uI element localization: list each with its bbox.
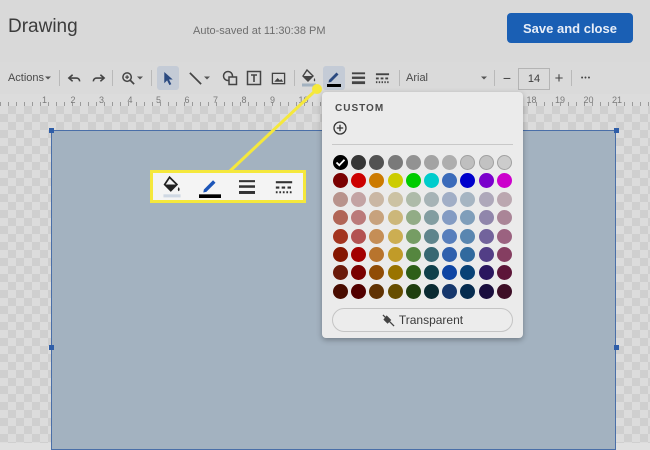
add-custom-color-button[interactable] xyxy=(333,121,347,135)
color-swatch[interactable] xyxy=(460,228,476,244)
color-swatch[interactable] xyxy=(424,265,439,281)
color-swatch[interactable] xyxy=(442,228,458,244)
color-swatch[interactable] xyxy=(424,210,439,226)
color-swatch[interactable] xyxy=(496,265,512,281)
color-swatch[interactable] xyxy=(405,247,421,262)
color-swatch[interactable] xyxy=(460,247,476,262)
color-swatch[interactable] xyxy=(369,210,385,226)
color-swatch[interactable] xyxy=(387,155,403,170)
color-swatch[interactable] xyxy=(333,283,348,299)
color-swatch[interactable] xyxy=(333,173,348,189)
color-swatch[interactable] xyxy=(387,283,403,299)
color-swatch[interactable] xyxy=(424,191,439,207)
color-swatch[interactable] xyxy=(405,191,421,207)
pencil-icon xyxy=(199,179,221,198)
color-swatch[interactable] xyxy=(387,265,403,281)
color-swatch[interactable] xyxy=(351,173,367,189)
color-swatch[interactable] xyxy=(442,210,458,226)
color-swatch[interactable] xyxy=(424,247,439,262)
callout-border-dash xyxy=(269,173,299,200)
add-circle-icon xyxy=(333,121,347,135)
color-swatch[interactable] xyxy=(442,173,458,189)
color-swatch[interactable] xyxy=(460,210,476,226)
color-swatch[interactable] xyxy=(424,228,439,244)
color-swatch[interactable] xyxy=(460,191,476,207)
color-swatch[interactable] xyxy=(496,283,512,299)
color-swatch[interactable] xyxy=(405,173,421,189)
color-swatch[interactable] xyxy=(424,173,439,189)
checkmark-icon xyxy=(335,159,346,167)
color-swatch[interactable] xyxy=(351,210,367,226)
no-fill-icon xyxy=(382,313,395,327)
transparent-label: Transparent xyxy=(398,313,464,327)
color-swatch[interactable] xyxy=(369,155,385,170)
color-swatch[interactable] xyxy=(478,283,494,299)
color-swatch[interactable] xyxy=(478,155,494,170)
color-swatch[interactable] xyxy=(405,210,421,226)
callout-fill-color xyxy=(157,173,187,200)
color-swatch[interactable] xyxy=(369,228,385,244)
color-swatch[interactable] xyxy=(351,155,367,170)
palette-divider xyxy=(332,144,513,145)
color-swatch[interactable] xyxy=(405,228,421,244)
transparent-button[interactable]: Transparent xyxy=(332,308,513,332)
color-swatch[interactable] xyxy=(387,191,403,207)
color-swatch[interactable] xyxy=(405,155,421,170)
color-swatch[interactable] xyxy=(351,228,367,244)
color-swatch[interactable] xyxy=(424,155,439,170)
color-swatch[interactable] xyxy=(369,191,385,207)
color-swatch[interactable] xyxy=(387,247,403,262)
color-swatch[interactable] xyxy=(333,265,348,281)
color-swatch[interactable] xyxy=(369,283,385,299)
color-swatch[interactable] xyxy=(369,173,385,189)
color-swatch[interactable] xyxy=(442,283,458,299)
color-swatch[interactable] xyxy=(460,173,476,189)
color-swatch[interactable] xyxy=(351,191,367,207)
color-swatch[interactable] xyxy=(460,265,476,281)
color-swatch[interactable] xyxy=(478,265,494,281)
color-swatch[interactable] xyxy=(496,247,512,262)
border-dash-icon xyxy=(275,180,293,193)
color-swatch[interactable] xyxy=(405,265,421,281)
color-swatch[interactable] xyxy=(333,228,348,244)
color-swatch[interactable] xyxy=(387,228,403,244)
color-swatch[interactable] xyxy=(387,173,403,189)
color-swatch[interactable] xyxy=(369,265,385,281)
color-swatch[interactable] xyxy=(442,155,458,170)
color-swatch[interactable] xyxy=(460,155,476,170)
color-swatch[interactable] xyxy=(460,283,476,299)
color-swatch[interactable] xyxy=(478,210,494,226)
color-swatch[interactable] xyxy=(424,283,439,299)
color-swatch[interactable] xyxy=(478,173,494,189)
color-swatch[interactable] xyxy=(369,247,385,262)
color-swatch[interactable] xyxy=(496,173,512,189)
color-swatch[interactable] xyxy=(405,283,421,299)
color-swatch[interactable] xyxy=(351,247,367,262)
color-swatch[interactable] xyxy=(351,283,367,299)
color-swatch[interactable] xyxy=(333,247,348,262)
color-swatch[interactable] xyxy=(496,228,512,244)
color-swatch[interactable] xyxy=(478,247,494,262)
color-swatch[interactable] xyxy=(333,210,348,226)
color-swatch[interactable] xyxy=(442,265,458,281)
color-swatch[interactable] xyxy=(496,210,512,226)
color-swatch[interactable] xyxy=(442,191,458,207)
border-color-palette: CUSTOM Transparent xyxy=(322,92,523,338)
callout-border-color xyxy=(193,173,227,200)
color-swatch[interactable] xyxy=(496,155,512,170)
color-swatch[interactable] xyxy=(442,247,458,262)
paint-bucket-icon xyxy=(163,175,181,197)
color-swatch[interactable] xyxy=(478,228,494,244)
color-swatch[interactable] xyxy=(351,265,367,281)
color-swatch[interactable] xyxy=(387,210,403,226)
color-swatch[interactable] xyxy=(496,191,512,207)
callout-border-weight xyxy=(233,173,261,200)
border-tools-callout xyxy=(150,170,306,203)
custom-colors-label: CUSTOM xyxy=(335,103,385,114)
color-swatch[interactable] xyxy=(333,155,348,170)
border-weight-icon xyxy=(239,179,255,194)
color-swatch[interactable] xyxy=(478,191,494,207)
color-swatch[interactable] xyxy=(333,191,348,207)
